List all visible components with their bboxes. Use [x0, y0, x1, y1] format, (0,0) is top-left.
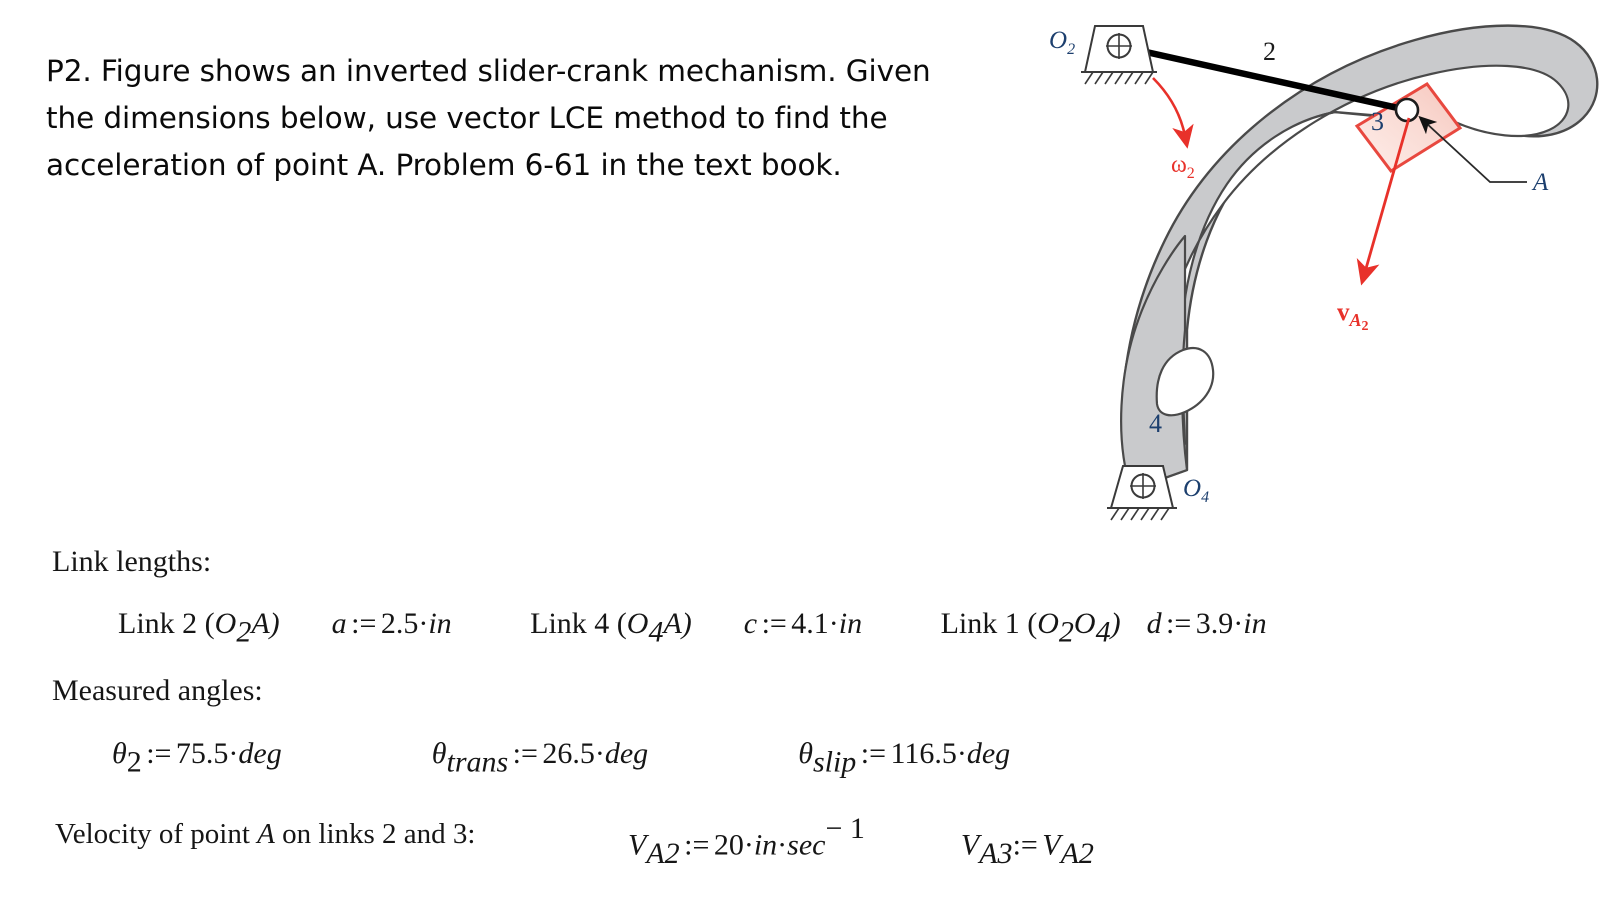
velocity-heading-pre: Velocity of point	[55, 818, 258, 850]
theta-slip-unit: deg	[966, 737, 1011, 770]
link-4-label: 4	[1149, 409, 1162, 438]
measured-angles-heading: Measured angles:	[52, 674, 263, 707]
link2-unit: in	[428, 607, 452, 640]
theta-trans-assign: :=	[512, 737, 538, 770]
vA2-exponent: − 1	[825, 812, 865, 845]
mechanism-figure: 4 3 2 O2 O4 ω2 vA2 A	[1035, 0, 1617, 540]
velocity-heading: Velocity of point A on links 2 and 3:	[55, 818, 475, 851]
vA2-subscript: A2	[646, 836, 680, 870]
link1-name-pre: Link 1 (	[940, 607, 1038, 640]
link-4-body: 4	[1120, 24, 1599, 492]
theta-trans-symbol: θ	[431, 737, 447, 770]
label-point-a: A	[1531, 169, 1549, 196]
label-omega2: ω2	[1171, 152, 1195, 182]
vA2-unit-sec: sec	[787, 828, 826, 862]
vA2-value: 20	[713, 828, 744, 862]
vA2-assign: :=	[684, 828, 710, 862]
link2-var: a	[331, 607, 347, 640]
velocity-heading-var: A	[257, 818, 275, 850]
label-vA2: vA2	[1337, 299, 1369, 334]
theta-slip-symbol: θ	[798, 737, 813, 770]
problem-line-1: P2. Figure shows an inverted slider-cran…	[46, 54, 931, 88]
link1-var: d	[1146, 607, 1162, 640]
vA3-symbol: V	[960, 828, 980, 862]
problem-statement: P2. Figure shows an inverted slider-cran…	[46, 48, 1031, 189]
link1-name-sym2: O	[1073, 607, 1096, 640]
link-lengths-row: Link 2 (O2A) a := 2.5·in Link 4 (O4A) c :=…	[118, 607, 1267, 649]
velocity-row: VA2 := 20·in·sec− 1 VA3:= VA2	[628, 812, 1094, 870]
omega2-arrow: ω2	[1152, 77, 1195, 182]
measured-angles-row: θ2 := 75.5·deg θtrans := 26.5·deg θslip :=…	[112, 737, 1011, 779]
link1-unit: in	[1243, 607, 1267, 640]
link4-var: c	[743, 607, 758, 640]
vA3-rhs-subscript: A2	[1060, 836, 1094, 870]
link-lengths-heading: Link lengths:	[52, 545, 212, 578]
theta-slip-value: 116.5	[890, 737, 957, 770]
link2-assign: :=	[351, 607, 377, 640]
problem-line-3: acceleration of point A. Problem 6-61 in…	[46, 148, 842, 182]
label-o2: O2	[1049, 27, 1075, 58]
link1-name-sub2: 4	[1095, 615, 1111, 649]
link-3-label: 3	[1371, 107, 1384, 136]
link4-unit: in	[838, 607, 863, 640]
link2-name-sym: O	[214, 607, 237, 640]
vA3-assign: :=	[1012, 828, 1038, 862]
link4-name-post: A)	[663, 607, 692, 640]
link4-assign: :=	[761, 607, 787, 640]
link4-name-pre: Link 4 (	[530, 607, 627, 640]
link1-name-post: )	[1110, 607, 1121, 640]
link1-assign: :=	[1166, 607, 1192, 640]
vA2-symbol: V	[628, 828, 647, 862]
link2-value: 2.5	[380, 607, 419, 640]
link2-name-pre: Link 2 (	[118, 607, 215, 640]
theta-slip-subscript: slip	[812, 745, 857, 779]
ground-pivot-o4: O4	[1107, 465, 1209, 521]
velocity-heading-post: on links 2 and 3:	[274, 818, 476, 850]
ground-pivot-o2: O2	[1049, 25, 1157, 85]
vA2-unit-in: in	[753, 828, 778, 862]
link1-name-sym: O	[1037, 607, 1059, 640]
theta2-unit: deg	[238, 737, 282, 770]
link4-name-sym: O	[626, 607, 649, 640]
theta-trans-value: 26.5	[542, 737, 595, 770]
theta2-value: 75.5	[175, 737, 229, 770]
theta-trans-unit: deg	[604, 737, 649, 770]
theta2-subscript: 2	[126, 745, 142, 779]
vA3-subscript: A3	[979, 836, 1013, 870]
vA3-rhs-symbol: V	[1042, 828, 1061, 862]
theta-trans-subscript: trans	[446, 745, 509, 779]
link4-name-sub: 4	[648, 615, 664, 649]
theta-slip-assign: :=	[860, 737, 887, 770]
link1-value: 3.9	[1195, 607, 1234, 640]
link4-value: 4.1	[791, 607, 829, 640]
link1-name-sub: 2	[1058, 615, 1074, 649]
link-2-label: 2	[1263, 37, 1276, 66]
pin-joint-a	[1394, 97, 1420, 123]
link2-name-sub: 2	[236, 615, 252, 649]
theta2-assign: :=	[146, 737, 172, 770]
theta2-symbol: θ	[112, 737, 127, 770]
link2-name-post: A)	[251, 607, 280, 640]
problem-line-2: the dimensions below, use vector LCE met…	[46, 101, 888, 135]
label-o4: O4	[1183, 475, 1209, 506]
